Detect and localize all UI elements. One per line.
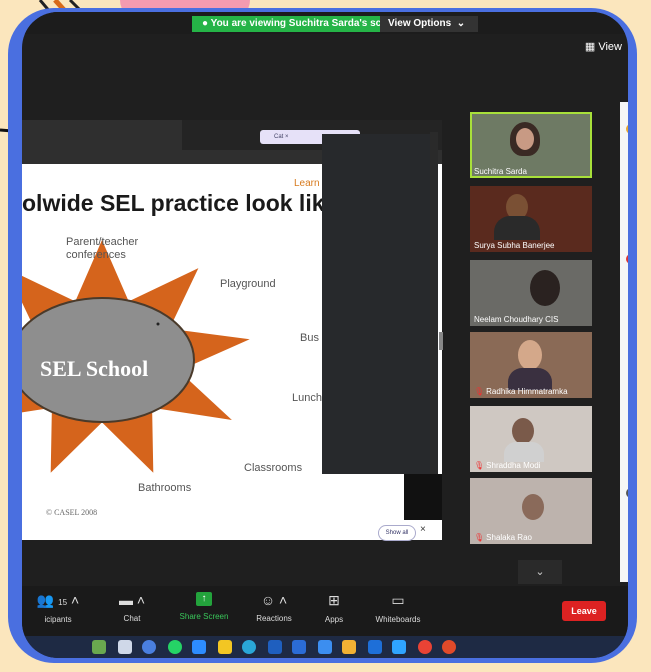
participant-name: Neelam Choudhary CIS [474, 315, 559, 324]
sel-school-label: SEL School [40, 356, 149, 381]
leave-button[interactable]: Leave [562, 601, 606, 621]
mic-muted-icon: 🎙 [474, 461, 485, 470]
label-parent-teacher: Parent/teacher conferences [66, 236, 139, 261]
participant-name: 🎙 Radhika Himmatramka [474, 387, 568, 396]
reactions-icon: ☺ ˄ [260, 592, 288, 608]
meeting-toolbar: 👥 15 ˄ icipants ▬ ˄ Chat ↑ Share Screen … [22, 586, 628, 636]
show-all-button[interactable]: Show all [378, 525, 416, 541]
app-icon[interactable] [118, 640, 132, 654]
avatar [626, 124, 628, 134]
mic-muted-icon: 🎙 [474, 533, 485, 542]
reactions-button[interactable]: ☺ ˄ Reactions [244, 592, 304, 623]
label-bathrooms: Bathrooms [138, 482, 192, 494]
folder-icon[interactable] [342, 640, 356, 654]
copyright: © CASEL 2008 [46, 508, 98, 517]
avatar [626, 488, 628, 498]
participant-video [518, 340, 542, 370]
participant-tile[interactable]: Neelam Choudhary CIS [470, 260, 592, 326]
app-icon[interactable] [218, 640, 232, 654]
app-icon[interactable] [442, 640, 456, 654]
participant-name: 🎙 Shraddha Modi [474, 461, 541, 470]
participant-tile[interactable]: Suchitra Sarda [470, 112, 592, 178]
chat-icon: ▬ ˄ [118, 592, 146, 608]
participants-button[interactable]: 👥 15 ˄ icipants [28, 592, 88, 624]
participant-name: Surya Subha Banerjee [474, 241, 555, 250]
os-taskbar [22, 636, 628, 658]
dark-strip [430, 132, 438, 478]
participant-tile[interactable]: 🎙 Radhika Himmatramka [470, 332, 592, 398]
edge-icon[interactable] [242, 640, 256, 654]
top-bar: ● You are viewing Suchitra Sarda's scree… [22, 12, 628, 34]
share-screen-button[interactable]: ↑ Share Screen [174, 592, 234, 621]
resize-handle[interactable] [439, 332, 443, 350]
whiteboard-icon: ▭ [391, 592, 405, 608]
label-classrooms: Classrooms [244, 462, 303, 474]
participant-video [522, 494, 544, 520]
app-icon[interactable] [368, 640, 382, 654]
chrome-icon[interactable] [418, 640, 432, 654]
chevron-down-icon[interactable]: ⌄ [518, 560, 562, 584]
share-screen-icon: ↑ [196, 592, 212, 606]
app-icon[interactable] [292, 640, 306, 654]
app-icon[interactable] [268, 640, 282, 654]
apps-button[interactable]: ⊞ Apps [304, 592, 364, 624]
participant-video [512, 418, 534, 444]
participant-tile[interactable]: Surya Subha Banerjee [470, 186, 592, 252]
viewing-text: You are viewing Suchitra Sarda's screen [210, 18, 403, 29]
participant-video [530, 270, 560, 306]
mic-muted-icon: 🎙 [474, 387, 485, 396]
slide-title: olwide SEL practice look like [22, 190, 338, 216]
participant-tile[interactable]: 🎙 Shraddha Modi [470, 406, 592, 472]
whatsapp-icon[interactable] [168, 640, 182, 654]
dark-overlay-window [322, 134, 438, 474]
close-icon[interactable]: × [420, 524, 426, 535]
label-playground: Playground [220, 278, 276, 290]
app-icon[interactable] [142, 640, 156, 654]
zoom-icon[interactable] [192, 640, 206, 654]
participant-name: 🎙 Shalaka Rao [474, 533, 532, 542]
chat-panel-edge [620, 102, 628, 582]
participant-name: Suchitra Sarda [474, 167, 527, 176]
learn-label: Learn [294, 178, 320, 189]
whiteboards-button[interactable]: ▭ Whiteboards [368, 592, 428, 624]
participant-tile[interactable]: 🎙 Shalaka Rao [470, 478, 592, 544]
black-block [404, 474, 442, 520]
label-bus: Bus [300, 332, 319, 344]
app-icon[interactable] [92, 640, 106, 654]
label-lunch: Lunch [292, 392, 322, 404]
avatar [626, 254, 628, 264]
participants-icon: 👥 15 ˄ [36, 592, 80, 608]
view-options-button[interactable]: View Options ⌄ [380, 16, 478, 32]
app-icon[interactable] [392, 640, 406, 654]
view-button[interactable]: ▦ View [585, 40, 622, 53]
app-icon[interactable] [318, 640, 332, 654]
chat-button[interactable]: ▬ ˄ Chat [102, 592, 162, 623]
zoom-window: ● You are viewing Suchitra Sarda's scree… [22, 12, 628, 658]
apps-icon: ⊞ [328, 592, 340, 608]
